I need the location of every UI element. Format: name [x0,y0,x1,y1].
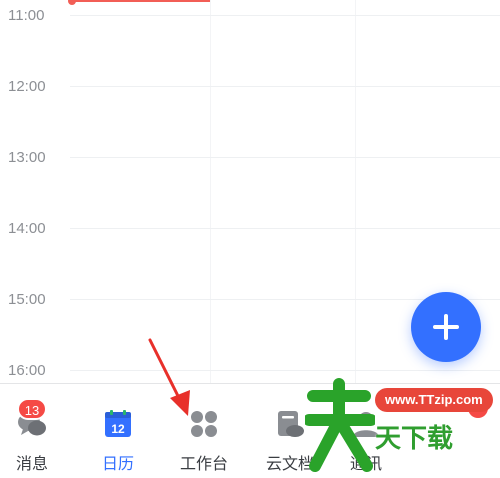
hour-label: 14:00 [8,220,46,237]
hour-label: 16:00 [8,362,46,379]
tab-workspace[interactable]: 工作台 [161,384,247,478]
tab-label: 工作台 [179,456,228,473]
cloud-doc-icon [278,411,304,437]
tab-label: 消息 [15,456,48,473]
hour-gridline [70,15,500,16]
unread-badge: 13 [17,398,47,420]
calendar-date: 12 [111,422,125,436]
tab-messages[interactable]: 13 消息 [0,384,75,478]
plus-icon [433,314,459,340]
hour-gridline [70,228,500,229]
watermark-logo-icon [303,378,377,472]
site-watermark: www.TTzip.com 天下载 [303,378,493,473]
column-divider [355,0,356,383]
calendar-icon: 12 [105,410,131,437]
hour-gridline [70,157,500,158]
hour-label: 12:00 [8,78,46,95]
tab-calendar[interactable]: 12 日历 [75,384,161,478]
create-event-button[interactable] [411,292,481,362]
watermark-text: 天下载 [375,423,454,453]
hour-gridline [70,370,500,371]
current-time-dot [68,0,76,5]
tab-label: 日历 [101,456,134,473]
hour-label: 11:00 [8,7,45,24]
hour-label: 13:00 [8,149,46,166]
hour-label: 15:00 [8,291,46,308]
column-divider [210,0,211,383]
current-time-line [72,0,210,2]
watermark-url: www.TTzip.com [375,388,493,412]
hour-gridline [70,86,500,87]
grid-apps-icon [191,411,217,437]
